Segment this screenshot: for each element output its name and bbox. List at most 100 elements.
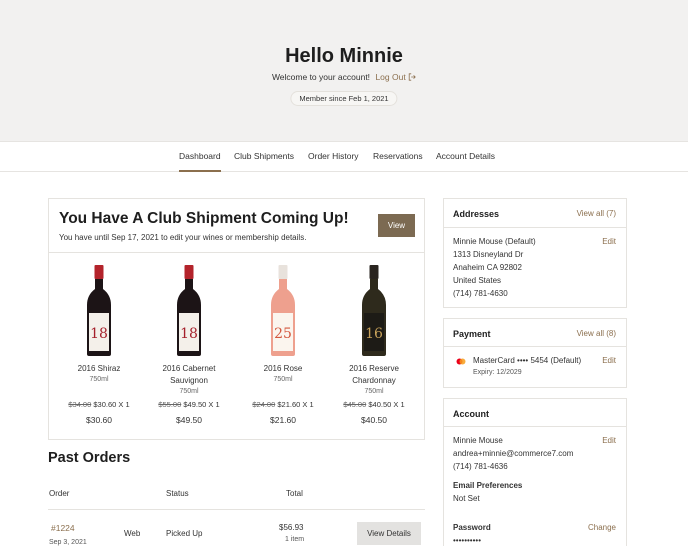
column-header-order: Order: [49, 489, 70, 498]
view-details-button[interactable]: View Details: [357, 522, 421, 545]
addresses-view-all-link[interactable]: View all (7): [577, 209, 616, 218]
order-status: Picked Up: [166, 529, 203, 538]
logout-icon: [408, 73, 416, 81]
wine-sale-price: $49.50: [183, 400, 207, 409]
wine-name: 2016 Cabernet Sauvignon: [146, 363, 232, 387]
welcome-line: Welcome to your account! Log Out: [0, 72, 688, 82]
order-total: $56.93: [279, 523, 304, 532]
payment-view-all-link[interactable]: View all (8): [577, 329, 616, 338]
divider: [444, 346, 626, 347]
payment-title: Payment: [453, 329, 491, 339]
account-tabs: Dashboard Club Shipments Order History R…: [0, 142, 688, 172]
wine-volume: 750ml: [364, 388, 384, 395]
divider: [49, 252, 424, 253]
tab-account-details[interactable]: Account Details: [436, 151, 495, 161]
wine-name: 2016 Rose: [240, 363, 326, 375]
shipment-subtitle: You have until Sep 17, 2021 to edit your…: [59, 233, 307, 242]
divider: [444, 426, 626, 427]
page-title: Hello Minnie: [285, 45, 403, 67]
password-label: Password: [453, 523, 491, 532]
wine-original-price: $45.00: [343, 400, 367, 409]
wine-quantity: X 1: [118, 400, 130, 409]
welcome-text: Welcome to your account!: [271, 72, 371, 82]
address-edit-link[interactable]: Edit: [602, 237, 616, 246]
wine-name-line: 2016 Reserve: [349, 364, 399, 373]
bottle-label-number: 16: [365, 326, 383, 342]
wine-volume: 750ml: [273, 376, 293, 383]
email-preferences-value: Not Set: [453, 494, 480, 503]
tab-reservations[interactable]: Reservations: [373, 151, 423, 161]
wine-total: $21.60: [270, 415, 296, 425]
wine-original-price: $55.00: [158, 400, 182, 409]
wine-quantity: X 1: [393, 400, 405, 409]
bottle-label-number: 18: [180, 326, 198, 342]
wine-sale-price: $21.60: [277, 400, 301, 409]
order-item-count: 1 item: [285, 536, 305, 543]
account-name: Minnie Mouse: [453, 436, 503, 445]
logout-label: Log Out: [375, 72, 406, 82]
address-line: Anaheim CA 92802: [453, 263, 522, 272]
wine-bottle-image: 18: [87, 265, 111, 356]
wine-bottle-image: 18: [177, 265, 201, 356]
wine-total: $30.60: [86, 415, 112, 425]
password-change-link[interactable]: Change: [588, 523, 616, 532]
tab-dashboard[interactable]: Dashboard: [179, 151, 221, 172]
wine-sale-price: $30.60: [93, 400, 117, 409]
wine-sale-price: $40.50: [368, 400, 392, 409]
address-line: 1313 Disneyland Dr: [453, 250, 524, 259]
bottle-label-number: 18: [90, 326, 108, 342]
tab-club-shipments[interactable]: Club Shipments: [234, 151, 294, 161]
wine-name-line: 2016 Rose: [263, 364, 303, 373]
wine-name-line: Chardonnay: [352, 376, 396, 385]
wine-name-line: 2016 Shiraz: [77, 364, 121, 373]
wine-total: $49.50: [176, 415, 202, 425]
wine-price-line: $24.00 $21.60 X 1: [240, 400, 326, 409]
account-email: andrea+minnie@commerce7.com: [453, 449, 574, 458]
addresses-card: Addresses View all (7) Edit Minnie Mouse…: [443, 198, 627, 308]
wine-volume: 750ml: [179, 388, 199, 395]
payment-edit-link[interactable]: Edit: [602, 356, 616, 365]
wine-price-line: $45.00 $40.50 X 1: [331, 400, 417, 409]
wine-quantity: X 1: [302, 400, 314, 409]
club-shipment-card: You Have A Club Shipment Coming Up! You …: [48, 198, 425, 440]
divider: [48, 509, 425, 510]
account-title: Account: [453, 409, 489, 419]
logout-link[interactable]: Log Out: [375, 72, 416, 82]
wine-total: $40.50: [361, 415, 387, 425]
wine-name-line: Sauvignon: [170, 376, 208, 385]
wine-name: 2016 Reserve Chardonnay: [331, 363, 417, 387]
mastercard-icon: [456, 358, 466, 365]
wine-name-line: 2016 Cabernet: [162, 364, 216, 373]
email-preferences-label: Email Preferences: [453, 481, 523, 490]
address-line: Minnie Mouse (Default): [453, 237, 536, 246]
account-card: Account Edit Minnie Mouse andrea+minnie@…: [443, 398, 627, 546]
wine-price-line: $34.00 $30.60 X 1: [56, 400, 142, 409]
payment-expiry: Expiry: 12/2029: [473, 369, 522, 376]
addresses-title: Addresses: [453, 209, 500, 219]
column-header-status: Status: [166, 489, 189, 498]
wine-volume: 750ml: [89, 376, 109, 383]
order-number-link[interactable]: #1224: [51, 523, 75, 533]
password-value: ••••••••••: [453, 536, 482, 545]
divider: [444, 227, 626, 228]
wine-original-price: $34.00: [68, 400, 92, 409]
wine-bottle-image: 16: [362, 265, 386, 356]
view-shipment-button[interactable]: View: [378, 214, 415, 237]
account-phone: (714) 781-4636: [453, 462, 508, 471]
wine-original-price: $24.00: [252, 400, 276, 409]
wine-price-line: $55.00 $49.50 X 1: [146, 400, 232, 409]
address-line: United States: [453, 276, 502, 285]
account-edit-link[interactable]: Edit: [602, 436, 616, 445]
address-phone: (714) 781-4630: [453, 289, 508, 298]
wine-item: 25 2016 Rose 750ml $24.00 $21.60 X 1 $21.60: [240, 265, 326, 425]
order-date: Sep 3, 2021: [49, 539, 87, 546]
shipment-title: You Have A Club Shipment Coming Up!: [59, 210, 349, 227]
wine-name: 2016 Shiraz: [56, 363, 142, 375]
wine-item: 18 2016 Cabernet Sauvignon 750ml $55.00 $49.…: [146, 265, 232, 425]
payment-card: Payment View all (8) MasterCard •••• 545…: [443, 318, 627, 388]
past-orders-title: Past Orders: [48, 450, 131, 466]
member-since-badge: Member since Feb 1, 2021: [290, 91, 398, 106]
bottle-label-number: 25: [274, 326, 292, 342]
order-channel: Web: [124, 529, 141, 538]
tab-order-history[interactable]: Order History: [308, 151, 359, 161]
